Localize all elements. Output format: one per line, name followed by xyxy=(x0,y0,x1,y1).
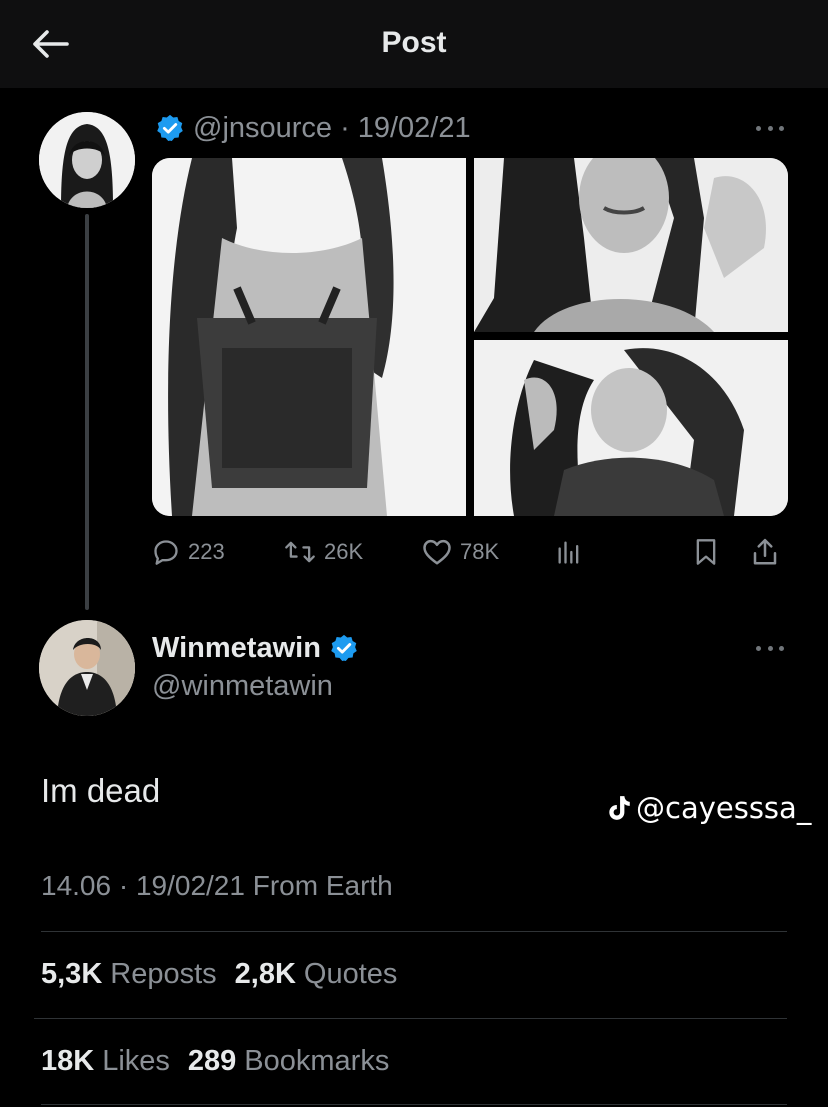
reply-button[interactable]: 223 xyxy=(152,530,225,574)
stats-reposts-quotes: 5,3K Reposts 2,8K Quotes xyxy=(41,954,415,994)
meta-separator: · xyxy=(340,111,350,144)
thread-connector xyxy=(85,214,89,610)
quoted-action-bar: 223 26K 78K xyxy=(152,530,788,574)
share-icon xyxy=(753,538,777,565)
like-count: 78K xyxy=(460,539,500,564)
media-grid[interactable] xyxy=(152,158,788,516)
avatar-winmetawin[interactable] xyxy=(39,620,135,716)
bookmark-icon xyxy=(696,539,716,565)
likes-count[interactable]: 18K xyxy=(41,1045,94,1078)
quoted-handle[interactable]: @jnsource xyxy=(193,112,332,145)
reply-icon xyxy=(154,540,178,565)
page-title: Post xyxy=(381,26,447,59)
verified-badge-icon xyxy=(157,114,183,141)
repost-count: 26K xyxy=(324,539,364,564)
divider xyxy=(41,1104,787,1105)
heart-icon xyxy=(423,539,451,565)
stats-likes-bookmarks: 18K Likes 289 Bookmarks xyxy=(41,1041,407,1081)
quotes-label[interactable]: Quotes xyxy=(304,958,398,991)
photo-2[interactable] xyxy=(474,158,788,332)
reply-count: 223 xyxy=(188,539,225,564)
quoted-date[interactable]: 19/02/21 xyxy=(358,112,471,145)
repost-button[interactable]: 26K xyxy=(284,530,363,574)
likes-label[interactable]: Likes xyxy=(102,1045,170,1078)
repost-icon xyxy=(285,541,315,563)
more-options-icon[interactable] xyxy=(750,638,790,658)
watermark-text: @cayesssa_ xyxy=(636,791,812,825)
photo-3[interactable] xyxy=(474,340,788,516)
views-button[interactable] xyxy=(554,530,584,574)
watermark: @cayesssa_ xyxy=(606,788,811,828)
author-display-name[interactable]: Winmetawin xyxy=(152,632,321,665)
like-button[interactable]: 78K xyxy=(422,530,499,574)
divider xyxy=(34,1018,787,1019)
analytics-icon xyxy=(558,541,579,564)
quotes-count[interactable]: 2,8K xyxy=(235,958,296,991)
divider xyxy=(41,931,787,932)
post-text: Im dead xyxy=(41,772,161,809)
author-row: Winmetawin xyxy=(152,628,359,668)
top-bar: Post xyxy=(0,0,828,88)
tiktok-icon xyxy=(609,796,630,820)
photo-1[interactable] xyxy=(152,158,466,516)
author-handle[interactable]: @winmetawin xyxy=(152,670,333,703)
share-button[interactable] xyxy=(750,530,780,574)
bookmarks-label[interactable]: Bookmarks xyxy=(244,1045,389,1078)
post-timestamp[interactable]: 14.06 · 19/02/21 From Earth xyxy=(41,870,393,902)
more-options-icon[interactable] xyxy=(750,118,790,138)
bookmarks-count[interactable]: 289 xyxy=(188,1045,236,1078)
verified-badge-icon xyxy=(331,634,357,661)
avatar-jnsource[interactable] xyxy=(39,112,135,208)
reposts-count[interactable]: 5,3K xyxy=(41,958,102,991)
bookmark-button[interactable] xyxy=(692,530,720,574)
quoted-post-meta: @jnsource · 19/02/21 xyxy=(155,110,471,146)
reposts-label[interactable]: Reposts xyxy=(110,958,216,991)
